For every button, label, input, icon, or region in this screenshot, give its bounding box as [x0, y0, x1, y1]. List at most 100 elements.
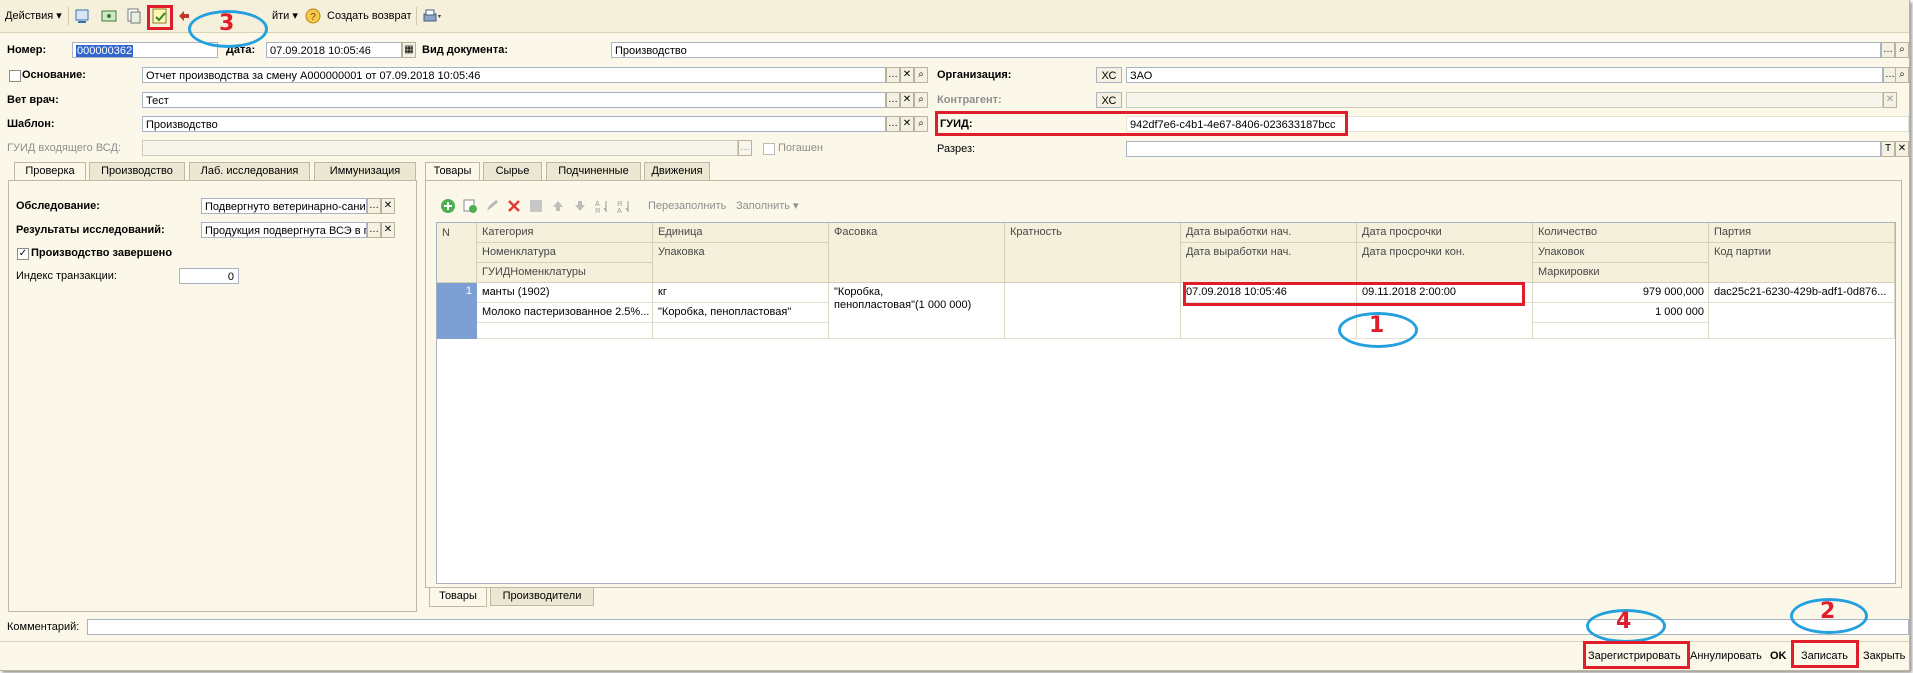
search-icon[interactable]: ⌕ [914, 92, 928, 108]
search-icon[interactable]: ⌕ [1895, 67, 1909, 83]
organization-field[interactable]: ЗАО [1126, 67, 1883, 83]
cell-markings[interactable] [1533, 323, 1709, 339]
column-header[interactable]: Дата просрочки кон. [1357, 243, 1533, 283]
org-code-button[interactable]: ХС [1096, 67, 1122, 83]
cell-packages[interactable]: 1 000 000 [1533, 303, 1709, 323]
clear-icon[interactable]: ✕ [1895, 141, 1909, 157]
production-done-checkbox[interactable]: ✓ [17, 248, 29, 260]
cell-packing[interactable]: "Коробка, пенопластовая"(1 000 000) [829, 283, 1005, 339]
cell-category[interactable]: манты (1902) [477, 283, 653, 303]
tab-movements[interactable]: Движения [644, 162, 710, 180]
cell-multiplicity[interactable] [1005, 283, 1181, 339]
contractor-field[interactable] [1126, 92, 1883, 108]
clear-icon[interactable]: ✕ [381, 198, 395, 214]
select-button[interactable]: … [738, 140, 752, 156]
select-button[interactable]: … [1881, 42, 1895, 58]
search-icon[interactable]: ⌕ [1895, 42, 1909, 58]
clear-icon[interactable]: ✕ [381, 222, 395, 238]
refill-button[interactable]: Перезаполнить [648, 198, 726, 214]
tab-production[interactable]: Производство [89, 162, 185, 180]
end-edit-icon[interactable] [528, 198, 544, 214]
tab-subordinate[interactable]: Подчиненные [546, 162, 641, 180]
move-down-icon[interactable] [572, 198, 588, 214]
clear-icon[interactable]: ✕ [900, 67, 914, 83]
column-header[interactable]: ГУИДНоменклатуры [477, 263, 653, 283]
actions-menu[interactable]: Действия ▾ [5, 8, 62, 24]
post-and-close-icon[interactable] [74, 8, 90, 24]
select-button[interactable]: … [886, 92, 900, 108]
basis-field[interactable]: Отчет производства за смену А000000001 о… [142, 67, 886, 83]
clear-icon[interactable]: ✕ [900, 116, 914, 132]
cell-guid-nomenclature[interactable] [477, 323, 653, 339]
search-icon[interactable]: ⌕ [914, 116, 928, 132]
column-header[interactable]: Упаковка [653, 243, 829, 283]
cell-nomenclature[interactable]: Молоко пастеризованное 2.5%... [477, 303, 653, 323]
select-button[interactable]: … [367, 198, 381, 214]
tab-goods-bottom[interactable]: Товары [429, 588, 487, 607]
sort-desc-icon[interactable]: ЯА [616, 198, 632, 215]
copy-row-icon[interactable] [462, 198, 478, 214]
add-row-icon[interactable] [440, 198, 456, 214]
ok-button[interactable]: OK [1770, 646, 1787, 666]
cell-quantity[interactable]: 979 000,000 [1533, 283, 1709, 303]
section-field[interactable] [1126, 141, 1881, 157]
column-header[interactable]: Упаковок [1533, 243, 1709, 263]
guid-incoming-field[interactable] [142, 140, 738, 156]
delete-row-icon[interactable] [506, 198, 522, 214]
text-edit-icon[interactable]: T [1881, 141, 1895, 157]
create-return-button[interactable]: Создать возврат [327, 8, 412, 24]
column-header[interactable]: Дата выработки нач. [1181, 223, 1357, 243]
select-button[interactable]: … [886, 67, 900, 83]
column-header[interactable]: Количество [1533, 223, 1709, 243]
column-header[interactable]: Маркировки [1533, 263, 1709, 283]
column-header[interactable]: Дата выработки нач. [1181, 243, 1357, 283]
calendar-icon[interactable]: ▦ [402, 42, 416, 58]
tab-lab[interactable]: Лаб. исследования [189, 162, 310, 180]
number-field[interactable]: 000000362 [72, 42, 218, 58]
column-header[interactable]: Дата просрочки [1357, 223, 1533, 243]
row-selector[interactable]: 1 [437, 283, 477, 339]
column-header[interactable]: N [437, 223, 477, 283]
cell-unit[interactable]: кг [653, 283, 829, 303]
contractor-code-button[interactable]: ХС [1096, 92, 1122, 108]
tab-producers[interactable]: Производители [490, 588, 594, 606]
column-header[interactable]: Код партии [1709, 243, 1895, 283]
fill-menu[interactable]: Заполнить ▾ [736, 198, 799, 214]
print-icon[interactable] [422, 8, 441, 24]
copy-document-icon[interactable] [126, 8, 142, 24]
tab-raw[interactable]: Сырье [483, 162, 542, 180]
structure-icon[interactable] [101, 8, 117, 24]
help-icon[interactable]: ? [305, 8, 321, 24]
tab-goods[interactable]: Товары [425, 162, 480, 181]
close-button[interactable]: Закрыть [1863, 646, 1905, 666]
select-button[interactable]: … [886, 116, 900, 132]
cell-date-start-end[interactable] [1181, 303, 1357, 339]
vet-field[interactable]: Тест [142, 92, 886, 108]
goto-menu[interactable]: йти ▾ [272, 8, 298, 24]
basis-checkbox[interactable] [9, 70, 21, 82]
doctype-field[interactable]: Производство [611, 42, 1881, 58]
tab-check[interactable]: Проверка [14, 162, 86, 181]
exam-field[interactable]: Подвергнуто ветеринарно-сани [201, 198, 367, 214]
column-header[interactable]: Единица [653, 223, 829, 243]
column-header[interactable]: Партия [1709, 223, 1895, 243]
results-field[interactable]: Продукция подвергнута ВСЭ в г [201, 222, 367, 238]
tab-immunization[interactable]: Иммунизация [314, 162, 416, 180]
edit-row-icon[interactable] [484, 198, 500, 214]
clear-icon[interactable]: ✕ [1883, 92, 1897, 108]
cell-batch-code[interactable] [1709, 303, 1895, 339]
index-field[interactable]: 0 [179, 268, 239, 284]
cell-empty[interactable] [653, 323, 829, 339]
column-header[interactable]: Фасовка [829, 223, 1005, 283]
column-header[interactable]: Категория [477, 223, 653, 243]
cancel-button[interactable]: Аннулировать [1690, 646, 1762, 666]
cell-batch[interactable]: dac25c21-6230-429b-adf1-0d876... [1709, 283, 1895, 303]
clear-icon[interactable]: ✕ [900, 92, 914, 108]
select-button[interactable]: … [367, 222, 381, 238]
move-up-icon[interactable] [550, 198, 566, 214]
template-field[interactable]: Производство [142, 116, 886, 132]
search-icon[interactable]: ⌕ [914, 67, 928, 83]
cell-package[interactable]: "Коробка, пенопластовая" [653, 303, 829, 323]
column-header[interactable]: Номенклатура [477, 243, 653, 263]
column-header[interactable]: Кратность [1005, 223, 1181, 283]
